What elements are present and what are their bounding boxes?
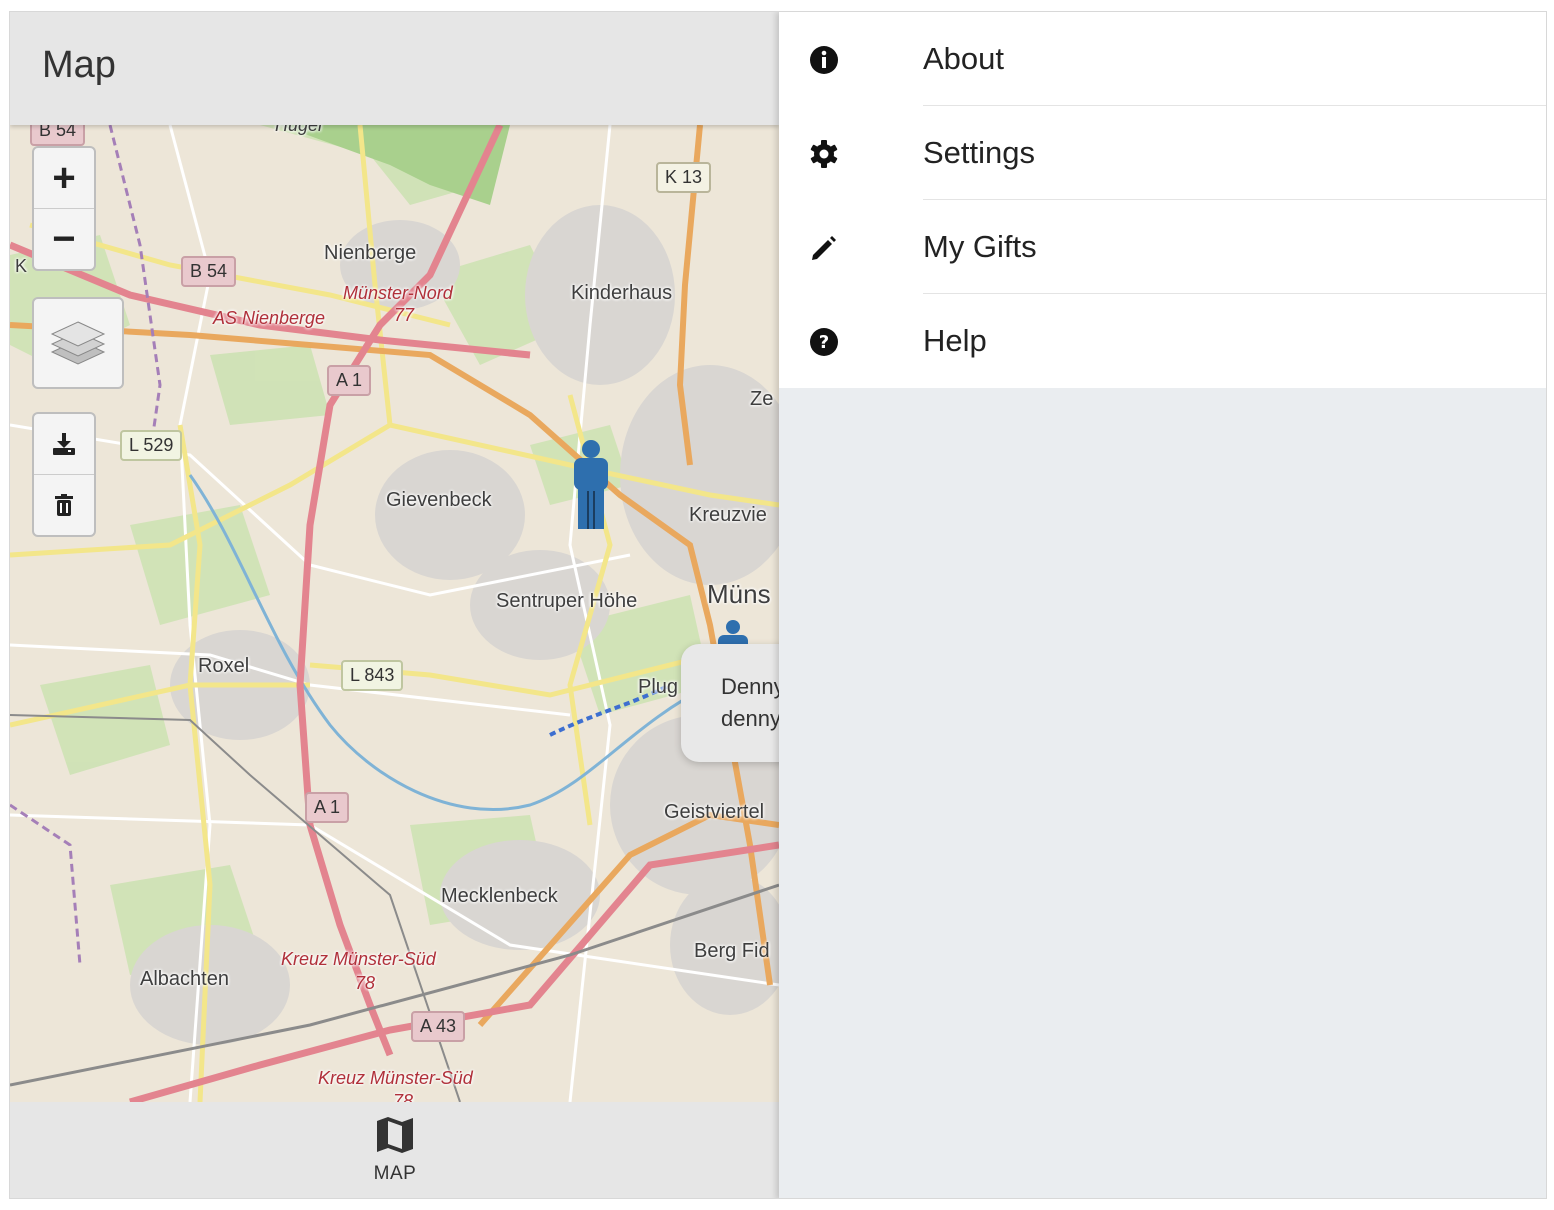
menu-item-label: Settings xyxy=(923,106,1546,200)
map-label-albachten: Albachten xyxy=(140,968,229,990)
menu-item-label: Help xyxy=(923,323,987,358)
svg-text:?: ? xyxy=(819,332,829,353)
layers-button[interactable] xyxy=(32,297,124,389)
map-label-geistviertel: Geistviertel xyxy=(664,801,765,823)
map-label-kreuz-muenster-sued-2: Kreuz Münster-Süd xyxy=(318,1068,473,1088)
layers-icon xyxy=(50,321,106,365)
map-view[interactable]: Nienberge Kinderhaus Gievenbeck Kreuzvie… xyxy=(10,125,779,1102)
road-shield-a1-north: A 1 xyxy=(327,365,372,396)
pencil-icon xyxy=(812,236,836,260)
road-shield-l843: L 843 xyxy=(341,660,404,691)
side-menu: About Settings My Gifts ? Help xyxy=(779,12,1546,1198)
menu-item-about[interactable]: About xyxy=(779,12,1546,106)
road-shield-a1-south: A 1 xyxy=(305,792,350,823)
map-label-nienberge: Nienberge xyxy=(324,242,417,264)
popup-name: Denny xyxy=(721,674,785,699)
page-title: Map xyxy=(42,44,116,86)
map-label-junction-78-2: 78 xyxy=(393,1091,414,1102)
map-label-kinderhaus: Kinderhaus xyxy=(571,282,673,304)
menu-item-label: My Gifts xyxy=(923,200,1546,294)
data-control xyxy=(32,412,96,537)
zoom-out-button[interactable]: − xyxy=(34,209,94,269)
app-header: Map xyxy=(10,12,779,125)
road-shield-k13: K 13 xyxy=(656,162,712,193)
map-label-junction-78-1: 78 xyxy=(355,973,376,993)
map-label-kreuz-muenster-sued-1: Kreuz Münster-Süd xyxy=(281,949,436,969)
road-shield-b54: B 54 xyxy=(181,256,237,287)
map-label-muenster-nord: Münster-Nord xyxy=(343,283,453,303)
map-label-roxel: Roxel xyxy=(198,655,250,677)
menu-item-my-gifts[interactable]: My Gifts xyxy=(779,200,1546,294)
map-label-k: K xyxy=(15,256,28,276)
map-label-as-nienberge: AS Nienberge xyxy=(213,308,326,328)
person-marker[interactable] xyxy=(566,439,616,536)
map-label-kreuzviertel: Kreuzvie xyxy=(689,504,767,526)
map-label-junction-77: 77 xyxy=(394,305,415,325)
info-icon xyxy=(810,46,838,74)
app-window: Map Nienberge Kinderhaus Gievenbeck Kreu… xyxy=(9,11,1547,1199)
map-label-huegel: Hügel xyxy=(275,125,323,135)
trash-icon xyxy=(55,494,73,516)
delete-button[interactable] xyxy=(34,475,94,535)
map-icon xyxy=(377,1117,413,1153)
bottom-tab-bar: MAP xyxy=(10,1102,779,1198)
gear-icon xyxy=(810,140,838,168)
download-icon xyxy=(53,433,75,455)
menu-item-settings[interactable]: Settings xyxy=(779,106,1546,200)
map-label-berg-fidel: Berg Fid xyxy=(694,940,770,962)
tab-map-label: MAP xyxy=(373,1163,417,1184)
menu-list: About Settings My Gifts ? Help xyxy=(779,12,1546,388)
road-shield-a43: A 43 xyxy=(411,1011,466,1042)
zoom-in-button[interactable]: + xyxy=(34,148,94,209)
tab-map[interactable]: MAP xyxy=(355,1116,435,1185)
download-button[interactable] xyxy=(34,414,94,475)
zoom-control: + − xyxy=(32,146,96,271)
map-label-sentruper-hoehe: Sentruper Höhe xyxy=(496,590,638,612)
menu-item-help[interactable]: ? Help xyxy=(779,294,1546,388)
person-icon xyxy=(574,440,608,529)
map-label-gievenbeck: Gievenbeck xyxy=(386,489,492,511)
map-label-plug: Plug xyxy=(638,676,679,698)
menu-item-label: About xyxy=(923,12,1546,106)
map-label-muenster: Müns xyxy=(707,579,771,609)
popup-username: denny xyxy=(721,706,781,731)
map-label-mecklenbeck: Mecklenbeck xyxy=(441,885,558,907)
help-icon: ? xyxy=(810,328,838,356)
road-shield-b54-top: B 54 xyxy=(30,125,86,146)
map-label-ze: Ze xyxy=(750,388,774,410)
road-shield-l529: L 529 xyxy=(120,430,183,461)
